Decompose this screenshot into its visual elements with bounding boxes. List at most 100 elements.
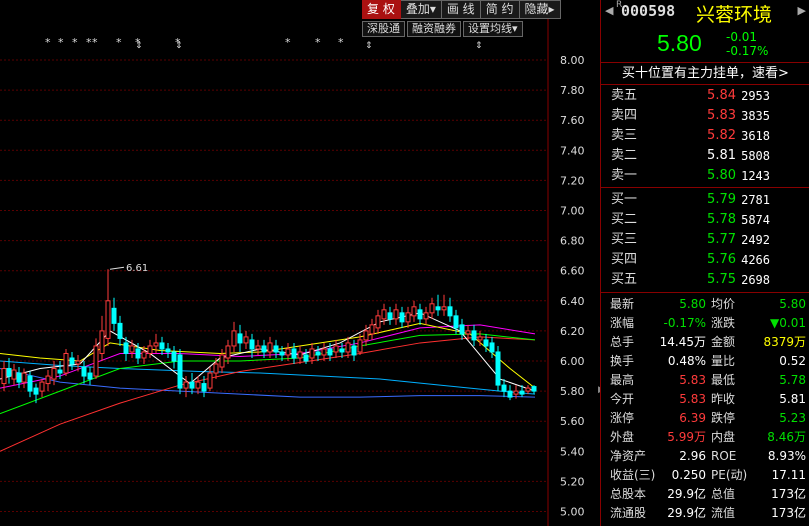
stats-row: 总股本 29.9亿 总值 173亿 — [601, 485, 809, 504]
stats-row: 换手 0.48% 量比 0.52 — [601, 352, 809, 371]
high-annotation-line — [109, 266, 125, 270]
kline-svg[interactable]: 8.00 7.80 7.60 7.40 7.20 7.00 6.80 6.60 6.40 6.20… — [0, 0, 600, 526]
candle-body — [453, 315, 459, 329]
stats-row: 流通股 29.9亿 流值 173亿 — [601, 504, 809, 523]
chart-toolbar: 复 权 叠加▾ 画 线 简 约 隐藏▸ — [362, 0, 561, 19]
candle-body — [291, 348, 297, 359]
ask-row[interactable]: 卖三 5.82 3618 — [601, 126, 809, 146]
candle-body — [513, 390, 519, 395]
ask-label: 卖四 — [611, 108, 638, 123]
stat-value: 0.48% — [667, 354, 706, 368]
shenguton-button[interactable]: 深股通 — [362, 21, 405, 37]
candle-body — [111, 307, 117, 324]
stat-label: 内盘 — [711, 430, 736, 444]
candle-body — [75, 360, 81, 365]
candle-body — [321, 348, 327, 356]
candle-body — [375, 315, 381, 329]
stat-label: 最低 — [711, 373, 736, 387]
bid-volume: 2492 — [741, 233, 770, 247]
stats-row: 总手 14.45万 金额 8379万 — [601, 333, 809, 352]
ask-price: 5.84 — [707, 88, 736, 103]
ask-price: 5.82 — [707, 128, 736, 143]
overlay-button[interactable]: 叠加▾ — [400, 0, 442, 19]
stat-value: 6.39 — [679, 411, 706, 425]
stat-label: 涨停 — [610, 411, 635, 425]
candle-body — [471, 330, 477, 341]
stat-value: 8379万 — [763, 335, 806, 349]
candle-body — [417, 309, 423, 320]
y-axis-label: 7.40 — [560, 144, 585, 157]
candle-body — [57, 369, 63, 374]
bid-label: 买二 — [611, 212, 638, 227]
candle-body — [213, 363, 219, 374]
stat-value: 29.9亿 — [667, 487, 706, 501]
candle-body — [327, 348, 333, 356]
ask-volume: 3835 — [741, 109, 770, 123]
candle-body — [159, 342, 165, 350]
candle-body — [129, 345, 135, 353]
simple-button[interactable]: 简 约 — [480, 0, 520, 19]
candle-body — [525, 387, 531, 392]
event-marker: * — [116, 36, 122, 49]
stat-value: 5.83 — [679, 392, 706, 406]
stat-label: 金额 — [711, 335, 736, 349]
fuquan-button[interactable]: 复 权 — [362, 0, 401, 19]
y-axis-label: 6.20 — [560, 325, 585, 338]
candle-body — [243, 336, 249, 344]
candle-body — [333, 345, 339, 353]
y-axis-label: 6.80 — [560, 235, 585, 248]
candle-body — [489, 342, 495, 353]
stat-label: ROE — [711, 449, 737, 463]
kline-chart[interactable]: 8.00 7.80 7.60 7.40 7.20 7.00 6.80 6.60 6.40 6.20… — [0, 0, 600, 526]
candle-body — [177, 354, 183, 389]
candle-body — [33, 387, 39, 395]
high-annotation-label: 6.61 — [126, 263, 148, 274]
stat-label: 均价 — [711, 297, 736, 311]
ask-row[interactable]: 卖一 5.80 1243 — [601, 166, 809, 186]
bid-volume: 4266 — [741, 253, 770, 267]
event-arrow-icon: ⇕ — [135, 41, 143, 51]
candle-body — [135, 348, 141, 359]
stats-row: 收益(三) 0.250 PE(动) 17.11 — [601, 466, 809, 485]
stat-label: 跌停 — [711, 411, 736, 425]
bid-row[interactable]: 买一 5.79 2781 — [601, 190, 809, 210]
draw-line-button[interactable]: 画 线 — [441, 0, 481, 19]
ask-price: 5.83 — [707, 108, 736, 123]
ma-settings-button[interactable]: 设置均线▾ — [463, 21, 523, 37]
bid-row[interactable]: 买四 5.76 4266 — [601, 250, 809, 270]
prev-stock-icon[interactable]: ◀ — [605, 4, 613, 17]
candle-body — [201, 383, 207, 392]
bid-price: 5.79 — [707, 192, 736, 207]
candle-body — [399, 312, 405, 323]
candle-body — [411, 306, 417, 317]
candle-body — [117, 322, 123, 339]
candle-body — [153, 342, 159, 347]
ask-row[interactable]: 卖二 5.81 5808 — [601, 146, 809, 166]
ask-row[interactable]: 卖四 5.83 3835 — [601, 106, 809, 126]
candle-body — [123, 342, 129, 354]
candle-body — [387, 312, 393, 320]
event-marker: * — [72, 36, 78, 49]
event-arrow-icon: ⇕ — [365, 41, 373, 51]
next-stock-icon[interactable]: ▶ — [798, 4, 806, 17]
ask-row[interactable]: 卖五 5.84 2953 — [601, 86, 809, 106]
bid-label: 买四 — [611, 252, 638, 267]
event-marker: * — [45, 36, 51, 49]
stat-value: ▼0.01 — [770, 316, 806, 330]
bid-volume: 2698 — [741, 273, 770, 287]
bid-row[interactable]: 买二 5.78 5874 — [601, 210, 809, 230]
bid-row[interactable]: 买三 5.77 2492 — [601, 230, 809, 250]
promo-link[interactable]: 买十位置有主力挂单，速看> — [601, 62, 809, 85]
bid-price: 5.78 — [707, 212, 736, 227]
margin-trading-button[interactable]: 融资融券 — [407, 21, 461, 37]
bid-row[interactable]: 买五 5.75 2698 — [601, 270, 809, 290]
stats-row: 净资产 2.96 ROE 8.93% — [601, 447, 809, 466]
candle-body — [249, 339, 255, 350]
candle-body — [63, 352, 69, 374]
quote-panel: ◀ R 000598 兴蓉环境 ▶ 5.80 -0.01 -0.17% 买十位置… — [600, 0, 809, 526]
y-axis-label: 5.40 — [560, 445, 585, 458]
candle-body — [267, 342, 273, 353]
bid-volume: 5874 — [741, 213, 770, 227]
y-axis-label: 5.20 — [560, 475, 585, 488]
hide-button[interactable]: 隐藏▸ — [519, 0, 561, 19]
